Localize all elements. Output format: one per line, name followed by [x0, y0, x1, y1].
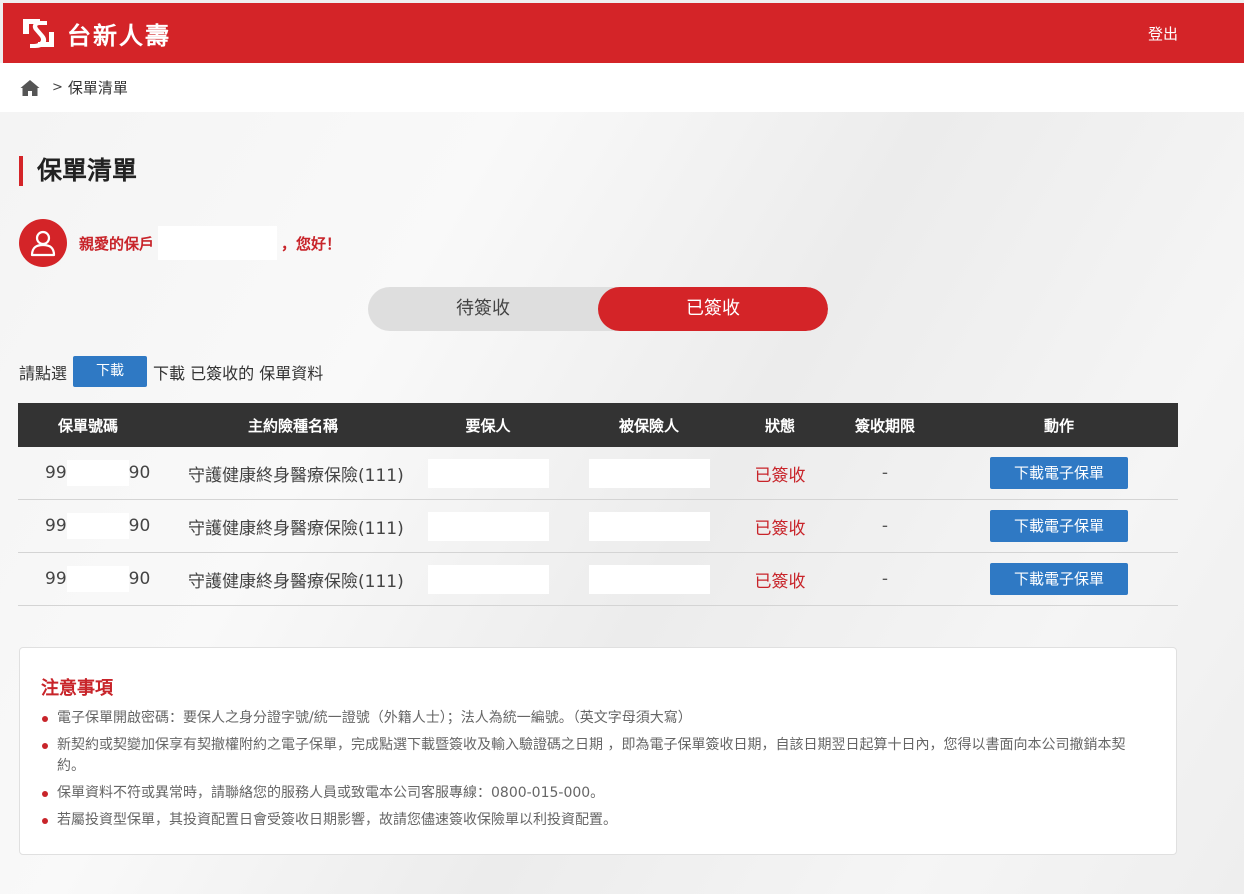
applicant-redacted [427, 564, 549, 594]
avatar [19, 219, 67, 267]
insured-cell [568, 511, 730, 541]
column-header-policy-number: 保單號碼 [57, 416, 118, 435]
insured-cell [568, 564, 730, 594]
policy-number-suffix: 90 [128, 516, 151, 536]
notice-item: 若屬投資型保單，其投資配置日會受簽收日期影響，故請您儘速簽收保險單以利投資配置。 [40, 810, 1150, 831]
greeting: 親愛的保戶 ，您好！ [19, 219, 341, 267]
tab-signed[interactable]: 已簽收 [598, 287, 828, 331]
notice-list: 電子保單開啟密碼：要保人之身分證字號/統一證號（外籍人士）；法人為統一編號。（英… [40, 708, 1150, 837]
column-header-applicant: 要保人 [465, 416, 511, 435]
column-header-insured: 被保險人 [618, 416, 679, 435]
customer-name-redacted [158, 226, 278, 260]
download-e-policy-button[interactable]: 下載電子保單 [990, 563, 1128, 595]
policy-number: 99 90 [18, 460, 178, 486]
policy-table: 保單號碼 主約險種名稱 要保人 被保險人 狀態 簽收期限 動作 99 90 守護… [18, 403, 1178, 606]
policy-number-suffix: 90 [128, 569, 151, 589]
brand-logo-icon [23, 19, 54, 48]
logout-link[interactable]: 登出 [1148, 23, 1178, 44]
insured-redacted [588, 511, 710, 541]
action-cell: 下載電子保單 [940, 563, 1178, 595]
insured-redacted [588, 564, 710, 594]
policy-number-prefix: 99 [45, 516, 67, 536]
column-header-deadline: 簽收期限 [854, 416, 915, 435]
table-row: 99 90 守護健康終身醫療保險(111) 已簽收 - 下載電子保單 [18, 500, 1178, 553]
policy-number: 99 90 [18, 566, 178, 592]
policy-number-redacted [66, 566, 129, 592]
brand-logo[interactable]: 台新人壽 [20, 14, 171, 52]
main-content: 保單清單 親愛的保戶 ，您好！ 待簽收 已簽收 請點選 下載 下載 已簽收的 保… [0, 112, 1244, 894]
table-header: 保單號碼 主約險種名稱 要保人 被保險人 狀態 簽收期限 動作 [18, 403, 1178, 447]
download-instruction: 請點選 下載 下載 已簽收的 保單資料 [19, 356, 323, 387]
notice-item: 電子保單開啟密碼：要保人之身分證字號/統一證號（外籍人士）；法人為統一編號。（英… [40, 708, 1150, 729]
greeting-prefix: 親愛的保戶 [79, 234, 155, 253]
home-icon[interactable] [20, 79, 40, 97]
applicant-cell [408, 458, 568, 488]
table-row: 99 90 守護健康終身醫療保險(111) 已簽收 - 下載電子保單 [18, 447, 1178, 500]
notice-panel: 注意事項 電子保單開啟密碼：要保人之身分證字號/統一證號（外籍人士）；法人為統一… [19, 647, 1177, 855]
download-e-policy-button[interactable]: 下載電子保單 [990, 457, 1128, 489]
notice-item: 新契約或契變加保享有契撤權附約之電子保單，完成點選下載暨簽收及輸入驗證碼之日期 … [40, 735, 1150, 777]
user-icon [30, 230, 56, 257]
instruction-after: 下載 已簽收的 保單資料 [153, 363, 324, 383]
deadline-value: - [881, 569, 889, 589]
status-value: 已簽收 [754, 465, 806, 486]
column-header-product: 主約險種名稱 [247, 416, 338, 435]
policy-number-prefix: 99 [45, 463, 67, 483]
insured-cell [568, 458, 730, 488]
status-toggle: 待簽收 已簽收 [368, 287, 828, 331]
policy-number-suffix: 90 [128, 463, 151, 483]
breadcrumb-current: 保單清單 [67, 79, 128, 97]
table-row: 99 90 守護健康終身醫療保險(111) 已簽收 - 下載電子保單 [18, 553, 1178, 606]
status-value: 已簽收 [754, 518, 806, 539]
instruction-before: 請點選 [19, 363, 68, 383]
policy-number-redacted [66, 513, 129, 539]
deadline-value: - [881, 463, 889, 483]
product-name: 守護健康終身醫療保險(111) [188, 465, 404, 486]
policy-number-redacted [66, 460, 129, 486]
breadcrumb: > 保單清單 [0, 63, 1244, 112]
column-header-action: 動作 [1043, 416, 1074, 435]
action-cell: 下載電子保單 [940, 510, 1178, 542]
applicant-cell [408, 511, 568, 541]
policy-number: 99 90 [18, 513, 178, 539]
top-bar: 台新人壽 登出 [3, 3, 1244, 63]
product-name: 守護健康終身醫療保險(111) [188, 571, 404, 592]
download-e-policy-button[interactable]: 下載電子保單 [990, 510, 1128, 542]
product-name: 守護健康終身醫療保險(111) [188, 518, 404, 539]
download-button[interactable]: 下載 [73, 356, 148, 387]
notice-item: 保單資料不符或異常時，請聯絡您的服務人員或致電本公司客服專線：0800-015-… [40, 783, 1150, 804]
applicant-cell [408, 564, 568, 594]
action-cell: 下載電子保單 [940, 457, 1178, 489]
insured-redacted [588, 458, 710, 488]
greeting-suffix: ，您好！ [281, 234, 342, 253]
breadcrumb-separator: > [52, 80, 63, 95]
status-value: 已簽收 [754, 571, 806, 592]
applicant-redacted [427, 511, 549, 541]
deadline-value: - [881, 516, 889, 536]
policy-number-prefix: 99 [45, 569, 67, 589]
brand-name: 台新人壽 [67, 21, 171, 50]
notice-title: 注意事項 [41, 678, 113, 699]
column-header-status: 狀態 [764, 416, 795, 435]
applicant-redacted [427, 458, 549, 488]
page-title: 保單清單 [19, 156, 137, 186]
tab-pending[interactable]: 待簽收 [368, 287, 598, 331]
